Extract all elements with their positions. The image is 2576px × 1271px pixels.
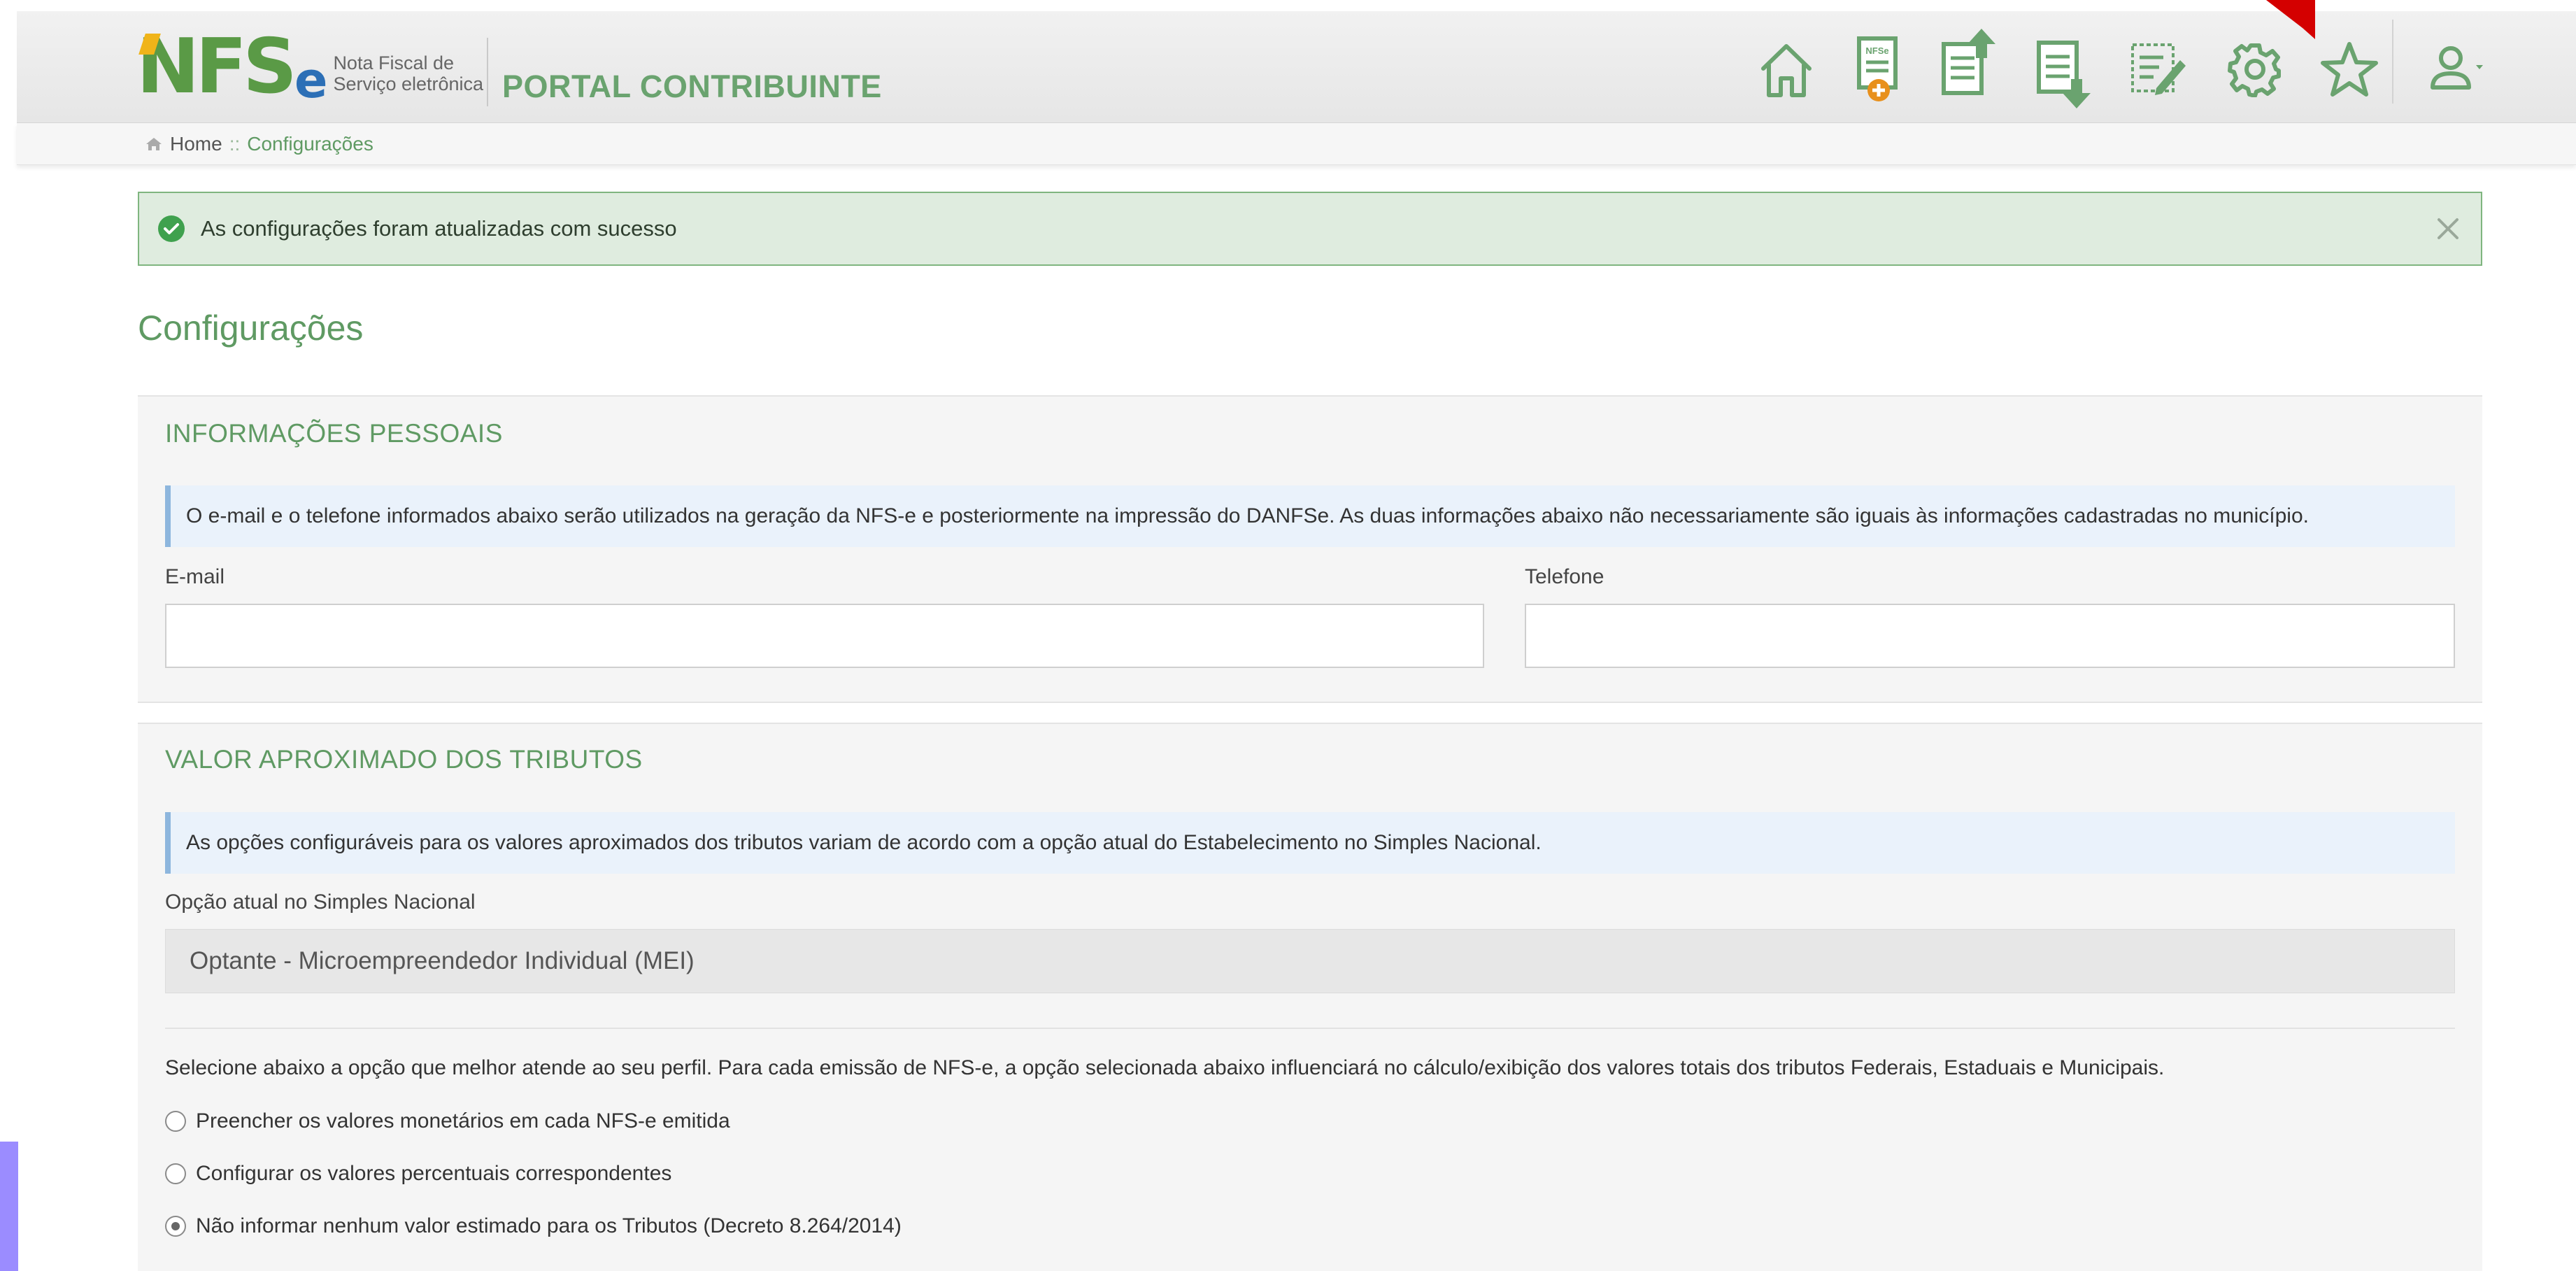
nfse-logo[interactable]: NFS e Nota Fiscal de Serviço eletrônica	[136, 27, 483, 107]
svg-text:NFSe: NFSe	[1865, 45, 1888, 56]
radio-option-none[interactable]: Não informar nenhum valor estimado para …	[165, 1214, 902, 1238]
tributes-note: As opções configuráveis para os valores …	[165, 812, 2455, 874]
tributes-note-text: As opções configuráveis para os valores …	[186, 831, 1542, 854]
radio-label: Não informar nenhum valor estimado para …	[196, 1214, 902, 1237]
annotation-arrow-icon	[2252, 0, 2315, 39]
logo-subtitle: Nota Fiscal de Serviço eletrônica	[333, 52, 483, 94]
top-header: NFS e Nota Fiscal de Serviço eletrônica …	[17, 11, 2576, 123]
user-icon	[2431, 46, 2483, 90]
phone-label: Telefone	[1525, 565, 1604, 588]
logo-divider	[487, 38, 488, 106]
success-alert: As configurações foram atualizadas com s…	[138, 192, 2482, 266]
simples-value-field: Optante - Microempreendedor Individual (…	[165, 929, 2455, 993]
breadcrumb-home[interactable]: Home	[170, 133, 222, 155]
home-icon[interactable]	[1751, 31, 1821, 108]
personal-info-note-text: O e-mail e o telefone informados abaixo …	[186, 504, 2309, 527]
radio-label: Preencher os valores monetários em cada …	[196, 1109, 730, 1132]
gear-icon[interactable]	[2220, 31, 2290, 108]
logo-text: NFS	[136, 22, 297, 111]
personal-info-note: O e-mail e o telefone informados abaixo …	[165, 485, 2455, 547]
phone-field[interactable]	[1525, 604, 2455, 668]
tributes-panel: VALOR APROXIMADO DOS TRIBUTOS As opções …	[138, 723, 2482, 1271]
new-nfse-icon[interactable]: NFSe	[1844, 31, 1914, 108]
page-title: Configurações	[138, 308, 364, 348]
alert-message: As configurações foram atualizadas com s…	[201, 216, 677, 241]
email-field[interactable]	[165, 604, 1484, 668]
header-divider	[2392, 20, 2393, 104]
check-circle-icon	[158, 215, 185, 242]
radio-button[interactable]	[165, 1111, 186, 1132]
simples-value: Optante - Microempreendedor Individual (…	[190, 947, 695, 974]
portal-title: PORTAL CONTRIBUINTE	[502, 69, 882, 104]
side-tab[interactable]	[0, 1142, 18, 1271]
tributes-description: Selecione abaixo a opção que melhor aten…	[165, 1056, 2165, 1079]
edit-document-icon[interactable]	[2123, 31, 2193, 108]
simples-label: Opção atual no Simples Nacional	[165, 890, 476, 914]
breadcrumb-separator: ::	[229, 133, 241, 155]
tributes-title: VALOR APROXIMADO DOS TRIBUTOS	[165, 745, 643, 774]
logo-subtitle-line2: Serviço eletrônica	[333, 73, 484, 94]
email-label: E-mail	[165, 565, 225, 588]
radio-button[interactable]	[165, 1163, 186, 1184]
personal-info-panel: INFORMAÇÕES PESSOAIS O e-mail e o telefo…	[138, 395, 2482, 703]
home-small-icon	[146, 138, 162, 150]
radio-option-monetary[interactable]: Preencher os valores monetários em cada …	[165, 1109, 730, 1133]
star-icon[interactable]	[2314, 31, 2384, 108]
user-menu[interactable]	[2420, 31, 2504, 108]
radio-button-selected[interactable]	[165, 1216, 186, 1237]
breadcrumb: Home :: Configurações	[17, 123, 2576, 165]
logo-mark: NFS e	[136, 22, 328, 111]
personal-info-title: INFORMAÇÕES PESSOAIS	[165, 419, 503, 448]
breadcrumb-current: Configurações	[247, 133, 373, 155]
section-divider	[165, 1028, 2455, 1029]
issued-notes-icon[interactable]	[1935, 25, 2005, 102]
radio-label: Configurar os valores percentuais corres…	[196, 1162, 672, 1185]
received-notes-icon[interactable]	[2030, 36, 2100, 113]
logo-subtitle-line1: Nota Fiscal de	[333, 52, 455, 73]
logo-e: e	[294, 51, 328, 109]
radio-option-percent[interactable]: Configurar os valores percentuais corres…	[165, 1162, 671, 1186]
close-icon[interactable]	[2433, 214, 2463, 243]
